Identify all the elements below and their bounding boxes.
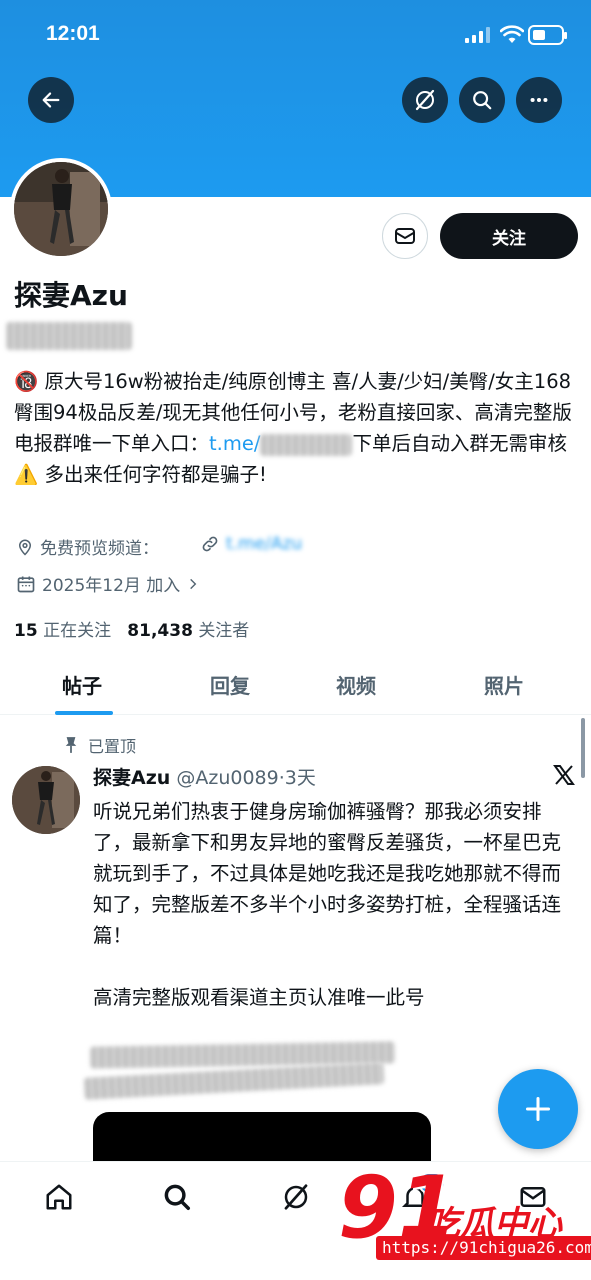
followers-label: 关注者	[198, 621, 250, 641]
search-nav-icon[interactable]	[162, 1182, 192, 1212]
site-watermark: 91 吃瓜中心 https://91chigua26.com	[318, 1158, 591, 1266]
location-row: 免费预览频道：	[16, 534, 159, 559]
bio-link-redacted	[260, 433, 353, 456]
active-tab-indicator	[55, 711, 113, 715]
profile-avatar[interactable]	[10, 158, 112, 260]
follow-stats: 15 正在关注 81,438 关注者	[14, 616, 249, 641]
location-icon	[18, 539, 32, 556]
grok-button[interactable]	[402, 77, 448, 123]
tab-posts[interactable]: 帖子	[62, 670, 102, 699]
grok-icon	[415, 89, 435, 111]
post-text-1: 听说兄弟们热衷于健身房瑜伽裤骚臀？那我必须安排了，最新拿下和男友异地的蜜臀反差骚…	[93, 800, 562, 947]
profile-tabs: 帖子 回复 视频 照片	[0, 660, 591, 715]
pinned-label: 已置顶	[88, 737, 137, 756]
battery-icon	[528, 25, 567, 45]
post-time[interactable]: 3天	[285, 767, 316, 789]
joined-row: 2025年12月 加入	[16, 571, 200, 596]
followers-link[interactable]: 81,438 关注者	[127, 621, 249, 641]
follow-button[interactable]: 关注	[440, 213, 578, 259]
post-handle[interactable]: @Azu0089	[176, 767, 278, 789]
wifi-icon	[500, 25, 524, 43]
location-label: 免费预览频道：	[40, 539, 159, 559]
signal-icon	[465, 27, 490, 43]
post-text-2: 高清完整版观看渠道主页认准唯一此号	[93, 986, 425, 1009]
post-header: 探妻Azu @Azu0089·3天	[93, 763, 316, 790]
search-icon	[473, 91, 492, 110]
home-icon[interactable]	[44, 1182, 74, 1212]
display-name: 探妻Azu	[14, 279, 128, 312]
scrollbar[interactable]	[581, 718, 585, 778]
bio-link[interactable]: t.me/	[209, 432, 260, 455]
compose-button[interactable]	[498, 1069, 578, 1149]
plus-icon	[525, 1096, 551, 1122]
status-bar: 12:01	[0, 0, 591, 70]
chevron-right-icon[interactable]	[186, 576, 200, 592]
status-time: 12:01	[46, 22, 100, 45]
x-logo-icon[interactable]	[552, 763, 576, 787]
following-count: 15	[14, 621, 38, 641]
message-button[interactable]	[382, 213, 428, 259]
tab-photos[interactable]: 照片	[484, 670, 524, 699]
post-author[interactable]: 探妻Azu	[93, 767, 170, 789]
link-icon	[202, 536, 218, 552]
arrow-left-icon	[42, 92, 60, 108]
watermark-url: https://91chigua26.com	[376, 1236, 591, 1260]
calendar-icon	[17, 576, 35, 592]
mail-icon	[395, 228, 415, 244]
tab-videos[interactable]: 视频	[336, 670, 376, 699]
more-button[interactable]	[516, 77, 562, 123]
post-author-avatar[interactable]	[12, 766, 80, 834]
tab-replies[interactable]: 回复	[210, 670, 250, 699]
following-label: 正在关注	[43, 621, 112, 641]
handle-redacted	[6, 322, 132, 350]
pin-icon	[65, 737, 77, 753]
back-button[interactable]	[28, 77, 74, 123]
grok-nav-icon[interactable]	[281, 1182, 311, 1212]
more-icon	[530, 97, 548, 103]
website-row[interactable]: t.me/Azu	[200, 534, 302, 554]
website-link[interactable]: t.me/Azu	[226, 534, 302, 554]
pinned-indicator: 已置顶	[64, 733, 136, 757]
following-link[interactable]: 15 正在关注	[14, 621, 111, 641]
joined-date: 2025年12月 加入	[42, 576, 181, 596]
search-button[interactable]	[459, 77, 505, 123]
followers-count: 81,438	[127, 621, 193, 641]
post-body: 听说兄弟们热衷于健身房瑜伽裤骚臀？那我必须安排了，最新拿下和男友异地的蜜臀反差骚…	[93, 796, 573, 1013]
profile-bio: 🔞 原大号16w粉被抬走/纯原创博主 喜/人妻/少妇/美臀/女主168 臀围94…	[14, 366, 574, 490]
